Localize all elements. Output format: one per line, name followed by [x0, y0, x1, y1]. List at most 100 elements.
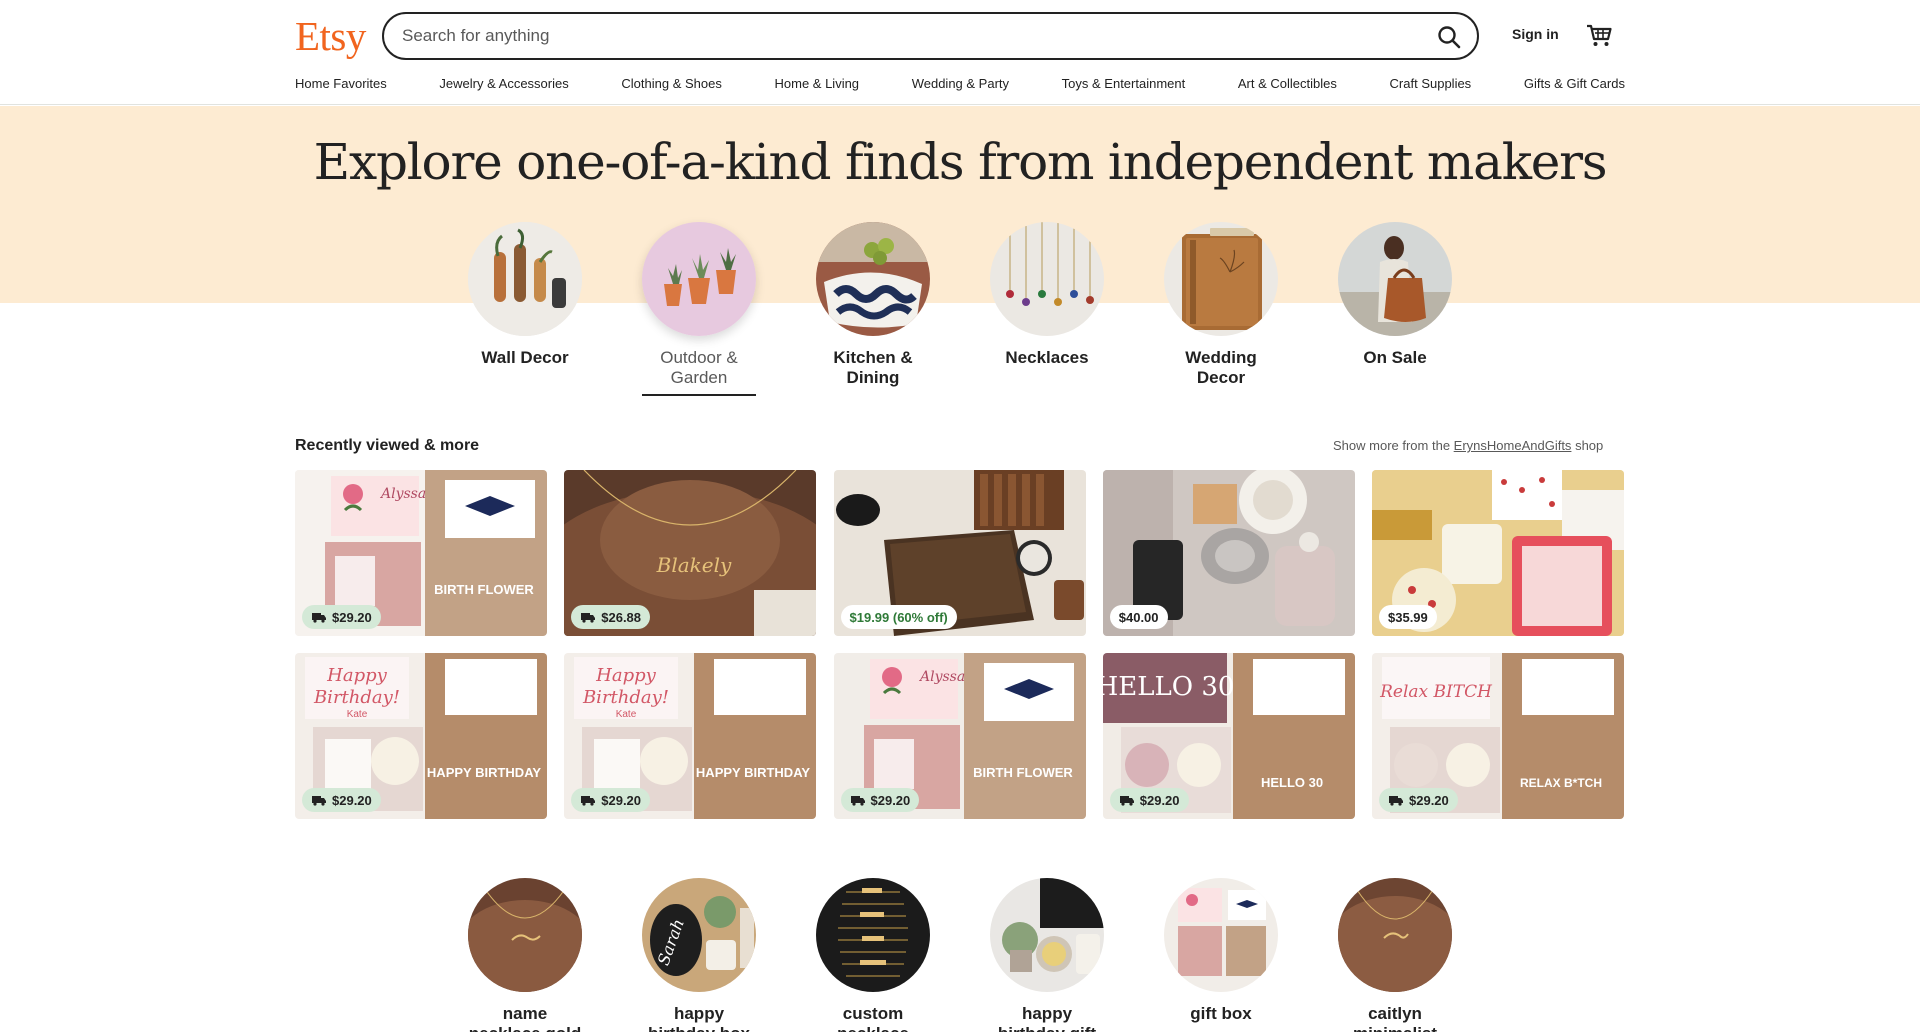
cart-button[interactable] [1584, 20, 1614, 50]
show-more-shop: Show more from the ErynsHomeAndGifts sho… [1333, 438, 1603, 453]
price-tag: $26.88 [571, 605, 651, 629]
etsy-logo[interactable]: Etsy [295, 12, 366, 60]
price-tag: $29.20 [302, 788, 381, 812]
nav-gifts-gift-cards[interactable]: Gifts & Gift Cards [1524, 76, 1625, 91]
card-caption: BIRTH FLOWER [434, 582, 534, 597]
card-script-text: Birthday! [313, 687, 400, 708]
card-name-text: Kate [616, 709, 637, 720]
truck-icon [1389, 796, 1403, 806]
category-label: Wedding Decor [1185, 348, 1257, 387]
hero-title: Explore one-of-a-kind finds from indepen… [313, 133, 1608, 191]
show-more-suffix: shop [1575, 438, 1604, 453]
category-label: On Sale [1363, 348, 1427, 367]
card-caption: HELLO 30 [1261, 775, 1323, 790]
price-tag: $29.20 [1109, 788, 1189, 812]
active-underline [642, 394, 756, 396]
suggestion-label: caitlynminimalist [1353, 1004, 1437, 1032]
category-label: Outdoor & Garden [660, 348, 738, 387]
truck-icon [1119, 796, 1134, 806]
nav-jewelry-accessories[interactable]: Jewelry & Accessories [439, 76, 568, 91]
suggestion-image [990, 878, 1104, 992]
nav-home-favorites[interactable]: Home Favorites [295, 76, 387, 91]
sign-in-link[interactable]: Sign in [1512, 26, 1559, 42]
suggestion-label: customnecklace [837, 1004, 909, 1032]
listing-card[interactable]: $40.00 [1102, 470, 1355, 636]
listing-card[interactable]: HELLO 30 HELLO 30 $29.20 [1102, 653, 1355, 819]
card-script-text: Alyssa [918, 669, 965, 685]
cart-icon [1587, 24, 1612, 46]
category-wall-decor[interactable]: Wall Decor [455, 222, 595, 368]
card-script-text: Happy [326, 665, 387, 686]
search-bar [382, 12, 1479, 60]
price-tag: $29.20 [302, 605, 381, 629]
card-caption: HAPPY BIRTHDAY [696, 765, 810, 780]
category-image [1338, 222, 1452, 336]
card-caption: HAPPY BIRTHDAY [427, 765, 541, 780]
listing-card[interactable]: Alyssa BIRTH FLOWER $29.20 [833, 653, 1086, 819]
search-input[interactable] [402, 24, 1362, 48]
category-necklaces[interactable]: Necklaces [977, 222, 1117, 368]
card-name-text: Kate [347, 709, 368, 720]
suggestion-image [816, 878, 930, 992]
category-image [990, 222, 1104, 336]
category-label: Kitchen & Dining [833, 348, 913, 387]
suggestion-label: happybirthday gift [998, 1004, 1096, 1032]
listing-card[interactable]: Alyssa BIRTH FLOWER $29.20 [295, 470, 547, 636]
necklace-name-text: Blakely [656, 553, 732, 577]
truck-icon [581, 796, 596, 806]
category-wedding-decor[interactable]: Wedding Decor [1151, 222, 1291, 388]
listing-card[interactable]: Relax BITCH RELAX B*TCH $29.20 [1372, 653, 1624, 819]
card-script-text: HELLO 30 [1103, 672, 1234, 702]
price-tag: $19.99 (60% off) [840, 605, 957, 629]
category-image [1164, 222, 1278, 336]
listing-card[interactable]: Happy Birthday! Kate HAPPY BIRTHDAY $29.… [564, 653, 817, 819]
suggestion-image [468, 878, 582, 992]
truck-icon [312, 613, 326, 623]
card-script-text: Alyssa [379, 486, 426, 502]
category-outdoor-garden[interactable]: Outdoor & Garden [629, 222, 769, 396]
suggestion-label: happybirthday box [648, 1004, 750, 1032]
truck-icon [850, 796, 865, 806]
suggestion-label: namenecklace gold [469, 1004, 581, 1032]
suggestion-image [1338, 878, 1452, 992]
search-suggestion-gift-box[interactable]: gift box [1141, 878, 1301, 1024]
category-image [816, 222, 930, 336]
nav-toys-entertainment[interactable]: Toys & Entertainment [1062, 76, 1186, 91]
card-caption: RELAX B*TCH [1520, 776, 1602, 790]
category-label: Wall Decor [481, 348, 569, 367]
nav-clothing-shoes[interactable]: Clothing & Shoes [621, 76, 721, 91]
nav-art-collectibles[interactable]: Art & Collectibles [1238, 76, 1337, 91]
suggestion-image [1164, 878, 1278, 992]
card-caption: BIRTH FLOWER [973, 765, 1073, 780]
search-button[interactable] [1435, 23, 1463, 51]
nav-home-living[interactable]: Home & Living [775, 76, 860, 91]
site-header: Etsy Sign in Home Favorites Jewelry & Ac… [0, 0, 1920, 105]
category-image [468, 222, 582, 336]
search-suggestion-custom-necklace[interactable]: customnecklace [793, 878, 953, 1032]
price-tag: $29.20 [840, 788, 920, 812]
price-tag: $29.20 [571, 788, 651, 812]
listing-card[interactable]: $19.99 (60% off) [833, 470, 1086, 636]
listing-card[interactable]: Blakely $26.88 [564, 470, 817, 636]
show-more-prefix: Show more from the [1333, 438, 1451, 453]
category-on-sale[interactable]: On Sale [1325, 222, 1465, 368]
card-script-text: Relax BITCH [1379, 682, 1493, 702]
category-label: Necklaces [1005, 348, 1089, 367]
listing-card[interactable]: $35.99 [1372, 470, 1624, 636]
search-suggestion-happy-birthday-box[interactable]: Sarah happybirthday box [619, 878, 779, 1032]
suggestion-image: Sarah [642, 878, 756, 992]
category-kitchen-dining[interactable]: Kitchen & Dining [803, 222, 943, 388]
price-tag: $35.99 [1379, 605, 1437, 629]
nav-craft-supplies[interactable]: Craft Supplies [1390, 76, 1472, 91]
category-image [642, 222, 756, 336]
suggestion-label: gift box [1190, 1004, 1252, 1023]
listing-card[interactable]: Happy Birthday! Kate HAPPY BIRTHDAY $29.… [295, 653, 547, 819]
truck-icon [312, 796, 326, 806]
search-suggestion-happy-birthday-gift[interactable]: happybirthday gift [967, 878, 1127, 1032]
recently-viewed-grid: Alyssa BIRTH FLOWER $29.20 Blakely $26.8… [295, 470, 1624, 819]
search-suggestion-caitlyn-minimalist[interactable]: caitlynminimalist [1315, 878, 1475, 1032]
card-script-text: Happy [595, 665, 656, 686]
shop-link[interactable]: ErynsHomeAndGifts [1454, 438, 1572, 453]
search-suggestion-name-necklace-gold[interactable]: namenecklace gold [445, 878, 605, 1032]
nav-wedding-party[interactable]: Wedding & Party [912, 76, 1009, 91]
